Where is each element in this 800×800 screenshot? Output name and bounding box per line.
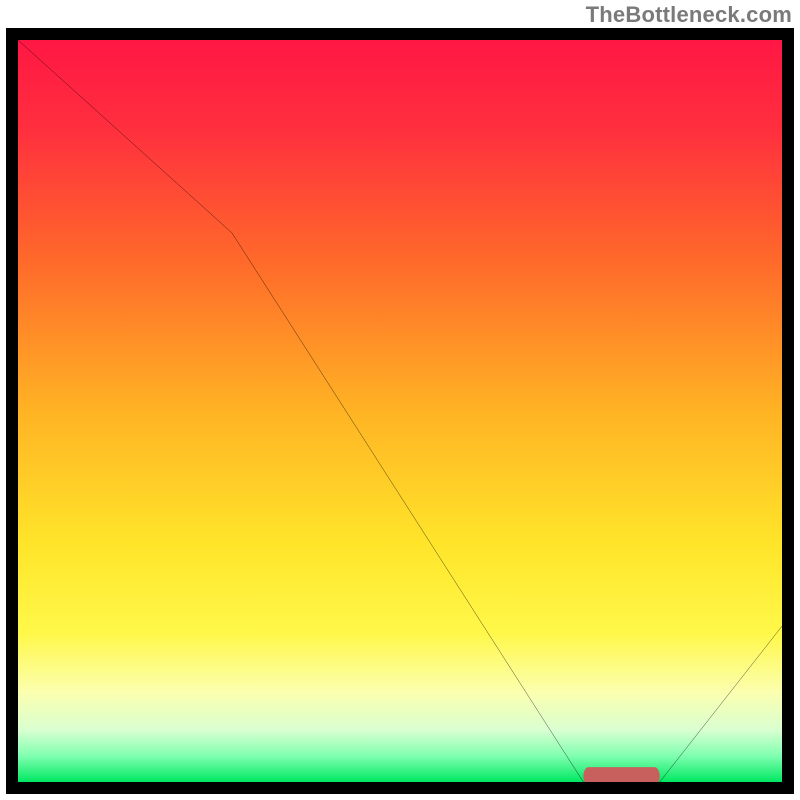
plot-frame bbox=[6, 28, 794, 794]
chart-root: TheBottleneck.com bbox=[0, 0, 800, 800]
gradient-fill bbox=[18, 40, 782, 782]
plot-area bbox=[18, 40, 782, 782]
watermark-text: TheBottleneck.com bbox=[586, 2, 792, 28]
optimal-range-marker bbox=[583, 767, 659, 782]
chart-svg bbox=[18, 40, 782, 782]
